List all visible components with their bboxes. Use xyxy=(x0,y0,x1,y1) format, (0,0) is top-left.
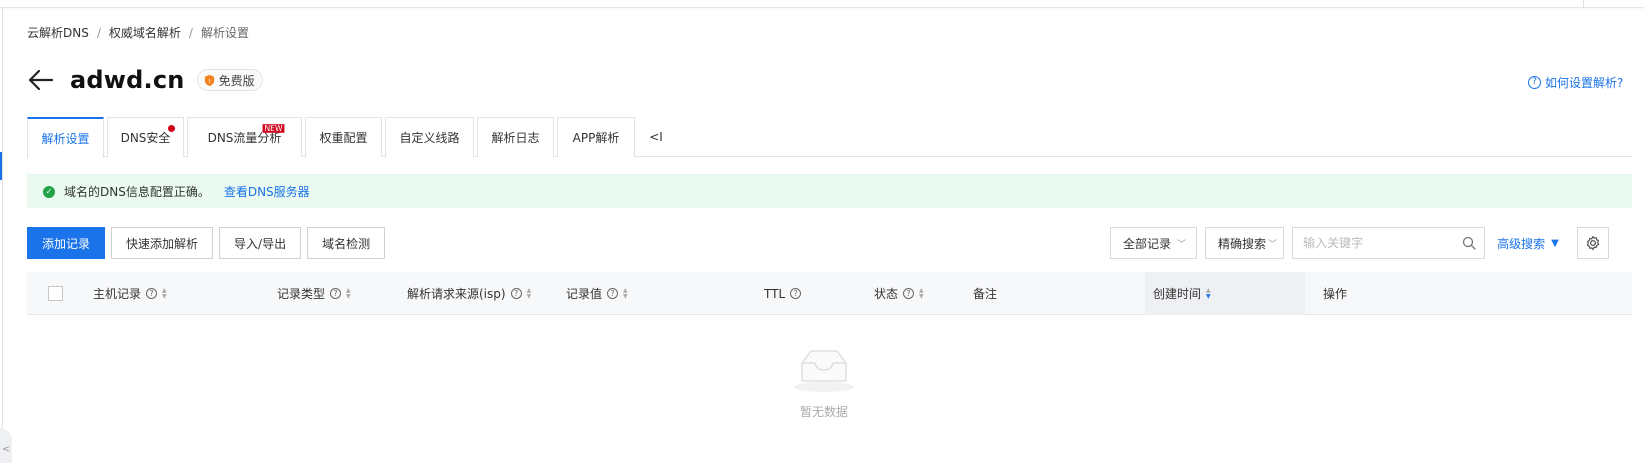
empty-state: 暂无数据 xyxy=(768,345,880,420)
question-icon[interactable]: ? xyxy=(330,288,342,299)
tab-dns-security[interactable]: DNS安全 xyxy=(107,117,184,157)
column-record-type: 记录类型 ? ▲ ▼ xyxy=(277,272,351,315)
sort-icon[interactable]: ▲ ▼ xyxy=(162,288,167,300)
tab-dns-settings[interactable]: 解析设置 xyxy=(27,117,104,158)
add-record-button[interactable]: 添加记录 xyxy=(27,227,106,259)
help-link-label: 如何设置解析? xyxy=(1545,76,1624,90)
column-label: 状态 xyxy=(874,287,899,301)
help-link[interactable]: ? 如何设置解析? xyxy=(1528,74,1623,91)
empty-state-text: 暂无数据 xyxy=(799,405,848,419)
column-label: 记录值 xyxy=(566,287,603,301)
tab-label: 自定义线路 xyxy=(399,131,460,145)
advanced-search-label: 高级搜索 xyxy=(1497,236,1546,251)
question-icon[interactable]: ? xyxy=(903,288,915,299)
top-bar xyxy=(0,0,1644,8)
breadcrumb: 云解析DNS / 权威域名解析 / 解析设置 xyxy=(27,24,249,41)
tab-label: 权重配置 xyxy=(319,131,368,145)
keyword-search-box xyxy=(1292,227,1486,259)
column-host: 主机记录 ? ▲ ▼ xyxy=(93,272,167,315)
gear-icon xyxy=(1586,235,1599,251)
tab-resolution-logs[interactable]: 解析日志 xyxy=(477,117,554,157)
chevron-down-icon: ﹀ xyxy=(1177,239,1187,250)
page-title: adwd.cn xyxy=(70,66,185,94)
import-export-button[interactable]: 导入/导出 xyxy=(219,227,302,259)
column-label: 记录类型 xyxy=(277,287,326,301)
sidebar-collapse-handle[interactable]: < xyxy=(0,428,12,463)
tab-label: APP解析 xyxy=(572,131,620,145)
column-actions: 操作 xyxy=(1323,272,1347,315)
domain-check-button[interactable]: 域名检测 xyxy=(307,227,386,259)
question-icon[interactable]: ? xyxy=(510,288,522,299)
question-icon[interactable]: ? xyxy=(607,288,619,299)
breadcrumb-item-cloud-dns[interactable]: 云解析DNS xyxy=(27,24,89,41)
side-rail xyxy=(0,8,3,463)
column-label: 操作 xyxy=(1323,287,1348,301)
sort-icon[interactable]: ▲ ▼ xyxy=(919,288,924,300)
side-rail-active-indicator xyxy=(0,152,2,180)
notification-dot xyxy=(168,125,175,132)
breadcrumb-separator: / xyxy=(96,25,101,40)
tab-label: DNS安全 xyxy=(120,131,171,145)
svg-text:!: ! xyxy=(208,77,211,85)
column-remark: 备注 xyxy=(973,272,997,315)
column-record-value: 记录值 ? ▲ ▼ xyxy=(566,272,628,315)
alert-message: 域名的DNS信息配置正确。 xyxy=(64,185,210,199)
view-dns-servers-link[interactable]: 查看DNS服务器 xyxy=(224,183,310,200)
sort-icon[interactable]: ▲ ▼ xyxy=(623,288,628,300)
title-row: adwd.cn ! 免费版 xyxy=(27,62,263,98)
new-badge: NEW xyxy=(262,124,285,133)
tab-dns-traffic-analysis[interactable]: DNS流量分析 NEW xyxy=(187,117,302,157)
edition-badge-label: 免费版 xyxy=(218,73,255,88)
question-icon: ? xyxy=(1528,76,1541,89)
column-created-time: 创建时间 ▲ ▼ xyxy=(1145,272,1305,315)
column-ttl: TTL ? xyxy=(764,272,802,315)
column-label: 创建时间 xyxy=(1153,287,1202,301)
chevron-down-icon: ﹀ xyxy=(1268,239,1278,250)
question-icon[interactable]: ? xyxy=(146,288,158,299)
table-settings-button[interactable] xyxy=(1576,227,1609,259)
chevron-left-icon: < xyxy=(2,444,11,455)
breadcrumb-separator: / xyxy=(188,25,193,40)
check-circle-icon: ✓ xyxy=(43,185,55,198)
breadcrumb-item-authoritative-dns[interactable]: 权威域名解析 xyxy=(109,24,181,41)
sort-icon[interactable]: ▲ ▼ xyxy=(527,288,532,300)
column-label: 备注 xyxy=(973,287,998,301)
tabs-scroll-left-button[interactable]: <I xyxy=(638,117,674,157)
column-label: 解析请求来源(isp) xyxy=(407,287,506,301)
quick-add-button[interactable]: 快速添加解析 xyxy=(111,227,214,259)
select-all-checkbox[interactable] xyxy=(48,286,63,301)
select-all-cell xyxy=(48,272,63,315)
breadcrumb-item-current: 解析设置 xyxy=(200,26,249,40)
shield-icon: ! xyxy=(204,74,214,86)
tab-weight-config[interactable]: 权重配置 xyxy=(305,117,382,157)
tab-label: 解析设置 xyxy=(41,132,90,146)
record-toolbar: 添加记录 快速添加解析 导入/导出 域名检测 xyxy=(27,227,386,259)
back-arrow-icon[interactable] xyxy=(27,66,55,94)
edition-badge: ! 免费版 xyxy=(196,69,263,91)
record-filter-select[interactable]: 全部记录 ﹀ xyxy=(1110,227,1198,259)
caret-down-icon: ▼ xyxy=(1551,237,1559,249)
column-status: 状态 ? ▲ ▼ xyxy=(874,272,924,315)
column-isp: 解析请求来源(isp) ? ▲ ▼ xyxy=(407,272,531,315)
search-mode-select[interactable]: 精确搜索 ﹀ xyxy=(1205,227,1285,259)
keyword-search-input[interactable] xyxy=(1303,236,1463,250)
tab-bar: 解析设置 DNS安全 DNS流量分析 NEW 权重配置 自定义线路 解析日志 A… xyxy=(27,117,1632,158)
tab-label: 解析日志 xyxy=(491,131,540,145)
search-icon[interactable] xyxy=(1462,236,1476,250)
question-icon[interactable]: ? xyxy=(790,288,802,299)
column-label: TTL xyxy=(764,286,786,301)
filter-bar: 全部记录 ﹀ 精确搜索 ﹀ 高级搜索 ▼ xyxy=(1110,227,1609,259)
dns-status-alert: ✓ 域名的DNS信息配置正确。 查看DNS服务器 xyxy=(27,174,1632,208)
search-mode-value: 精确搜索 xyxy=(1218,236,1267,251)
records-table-header: 主机记录 ? ▲ ▼ 记录类型 ? ▲ ▼ 解析请求来源(isp) ? ▲ ▼ 记录值… xyxy=(27,272,1632,315)
tab-custom-lines[interactable]: 自定义线路 xyxy=(385,117,474,157)
empty-inbox-icon xyxy=(794,350,854,392)
tab-app-resolution[interactable]: APP解析 xyxy=(557,117,635,157)
sort-icon[interactable]: ▲ ▼ xyxy=(1206,288,1211,300)
column-label: 主机记录 xyxy=(93,287,142,301)
record-filter-value: 全部记录 xyxy=(1123,236,1172,251)
top-bar-divider xyxy=(1583,0,1584,8)
sort-icon[interactable]: ▲ ▼ xyxy=(346,288,351,300)
advanced-search-toggle[interactable]: 高级搜索 ▼ xyxy=(1497,235,1559,252)
